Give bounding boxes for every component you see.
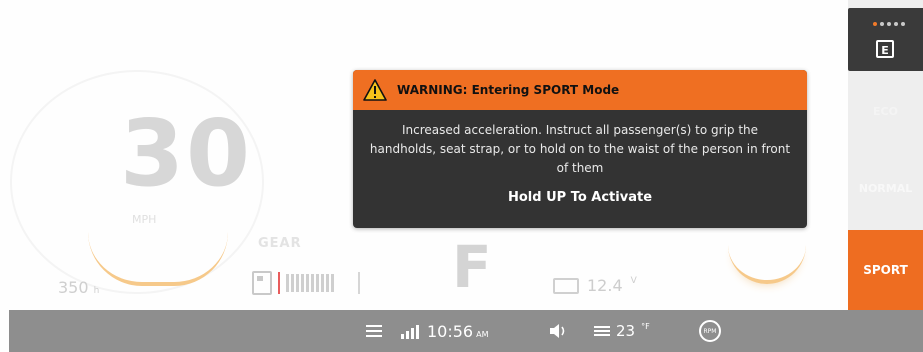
mode-normal-option[interactable]: NORMAL [848,182,923,195]
menu-grid-icon[interactable] [892,322,910,340]
clock-time: 10:56 [427,321,474,341]
page-dots [873,22,905,26]
warning-header: WARNING: Entering SPORT Mode [353,70,807,110]
fuel-pump-icon [252,271,272,295]
odometer-unit: h [93,286,100,296]
warning-title: WARNING: Entering SPORT Mode [397,83,620,97]
sport-mode-warning-dialog: WARNING: Entering SPORT Mode Increased a… [353,70,807,228]
status-bar: 10:56 AM 23 °F RPM [9,310,923,352]
fuel-gauge [252,270,360,296]
volume-icon[interactable] [549,310,569,352]
speed-readout: 30 [120,100,253,207]
fuel-low-marker [278,272,280,294]
odometer-value: 350 [58,278,89,297]
warning-message: Increased acceleration. Instruct all pas… [369,123,791,175]
clock-suffix: AM [476,329,489,339]
temperature: 23 °F [594,310,650,352]
speed-unit: MPH [132,213,157,226]
gear-indicator: F [452,233,492,301]
rpm-arc-indicator [728,240,806,284]
drive-mode-panel: E ECO NORMAL SPORT [848,0,923,310]
warning-triangle-icon [363,79,387,101]
temperature-value: 23 [616,322,636,340]
battery-icon [553,277,579,294]
headlight-icon[interactable] [366,310,382,352]
mode-menu-button[interactable]: E [848,8,923,71]
fuel-full-marker [358,272,360,294]
mode-sport-option[interactable]: SPORT [848,230,923,310]
drive-icon[interactable]: RPM [699,320,721,342]
battery-unit: V [630,275,637,286]
battery-voltage: 12.4 V [553,276,637,295]
mode-eco-option[interactable]: ECO [848,105,923,118]
warning-action-hint: Hold UP To Activate [507,190,653,205]
engine-mode-icon: E [876,40,894,58]
temperature-icon [594,326,610,336]
gear-label: GEAR [258,236,302,251]
temperature-unit: °F [641,321,650,331]
clock: 10:56 AM [427,310,488,352]
signal-icon [401,310,419,352]
odometer: 350 h [58,278,99,297]
fuel-level-bars [286,274,334,292]
battery-value: 12.4 [587,276,623,295]
